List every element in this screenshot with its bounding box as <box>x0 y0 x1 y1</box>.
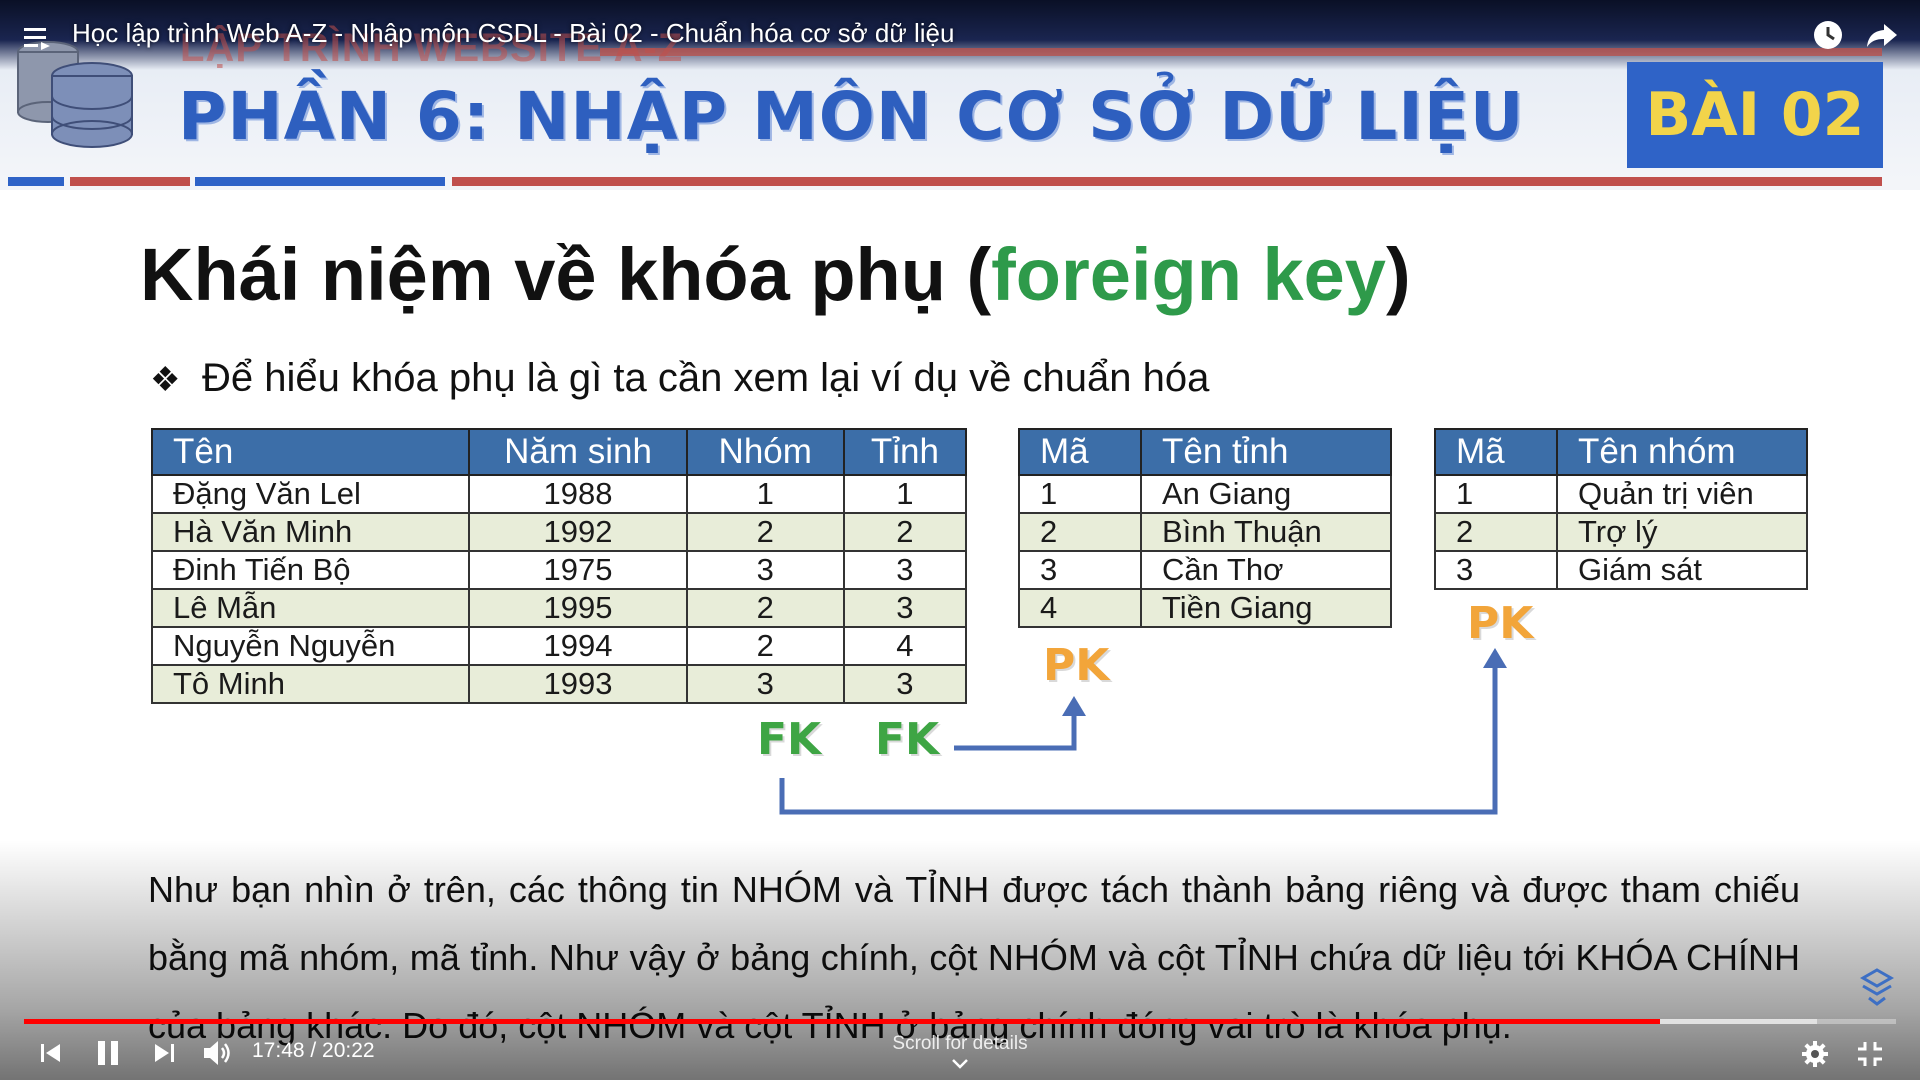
progress-played <box>24 1019 1661 1024</box>
explanation-paragraph: Như bạn nhìn ở trên, các thông tin NHÓM … <box>148 869 1800 1046</box>
time-display: 17:48 / 20:22 <box>252 1039 375 1062</box>
arrowhead-icon <box>1062 696 1086 716</box>
share-icon[interactable] <box>1866 22 1898 48</box>
watch-later-icon[interactable] <box>1813 20 1843 50</box>
playlist-icon[interactable] <box>24 26 52 50</box>
arrow-fk-province-to-pk <box>954 712 1077 751</box>
video-frame[interactable]: LẬP TRÌNH WEBSITE A-Z PHẦN 6: NHẬP MÔN C… <box>0 0 1920 1080</box>
scroll-for-details[interactable]: Scroll for details <box>860 1033 1060 1055</box>
next-icon[interactable] <box>153 1042 175 1064</box>
pause-icon[interactable] <box>96 1040 120 1066</box>
previous-icon[interactable] <box>40 1042 62 1064</box>
chevron-down-icon[interactable] <box>950 1056 970 1072</box>
video-title[interactable]: Học lập trình Web A-Z - Nhập môn CSDL - … <box>72 18 954 49</box>
exit-fullscreen-icon[interactable] <box>1856 1040 1884 1068</box>
settings-icon[interactable] <box>1801 1040 1829 1068</box>
arrowhead-icon <box>1483 648 1507 668</box>
progress-bar[interactable] <box>24 1019 1896 1024</box>
player-top-bar: Học lập trình Web A-Z - Nhập môn CSDL - … <box>0 0 1920 70</box>
volume-icon[interactable] <box>202 1038 234 1068</box>
channel-watermark-icon[interactable] <box>1860 968 1894 1006</box>
arrow-fk-group-to-pk <box>779 664 1498 815</box>
